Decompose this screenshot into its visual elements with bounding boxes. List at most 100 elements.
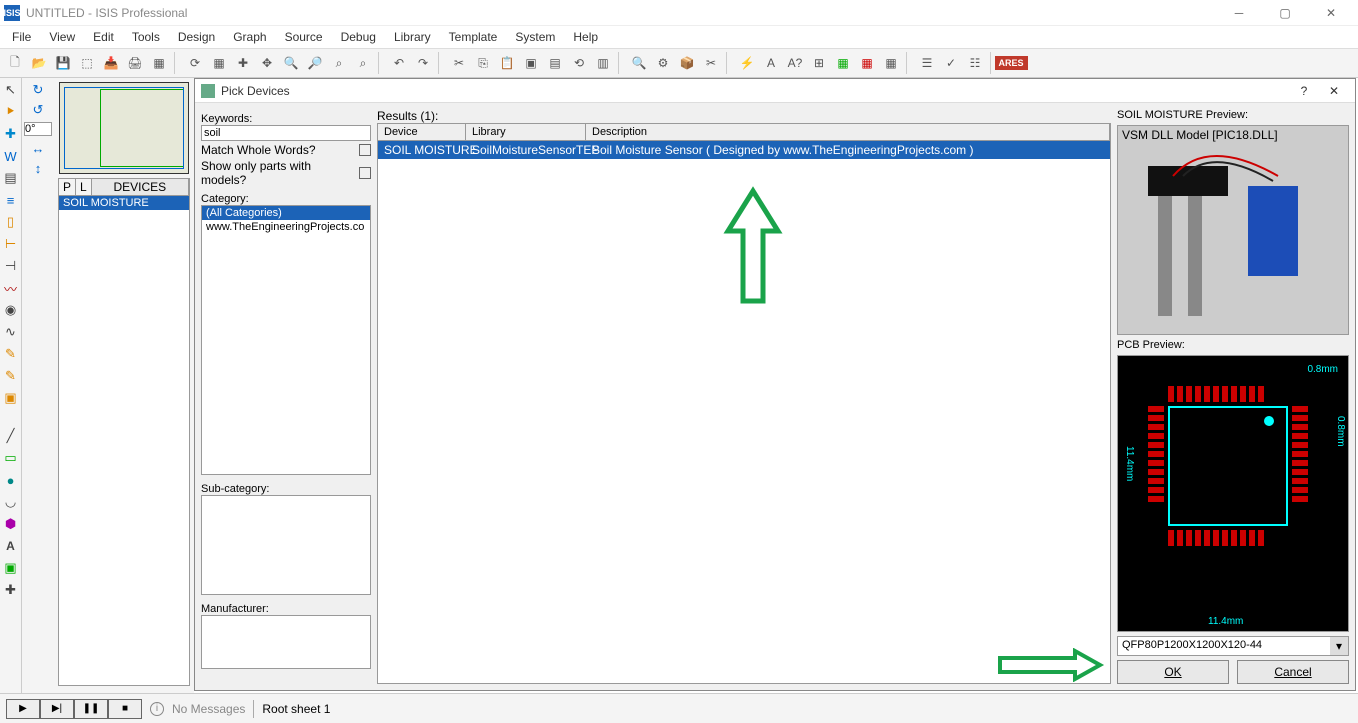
box-icon[interactable]: ▭ <box>3 450 19 466</box>
arc-icon[interactable]: ◡ <box>3 494 19 510</box>
device-list[interactable]: SOIL MOISTURE <box>58 196 190 686</box>
current-probe-icon[interactable]: ✎ <box>3 368 19 384</box>
import-icon[interactable]: 📥 <box>100 52 122 74</box>
menu-file[interactable]: File <box>4 28 39 46</box>
packaging-icon[interactable]: 📦 <box>676 52 698 74</box>
match-whole-checkbox[interactable] <box>359 144 371 156</box>
device-list-item[interactable]: SOIL MOISTURE <box>59 196 189 210</box>
col-description[interactable]: Description <box>586 124 1110 140</box>
category-item[interactable]: www.TheEngineeringProjects.co <box>202 220 370 234</box>
virtual-instrument-icon[interactable]: ▣ <box>3 390 19 406</box>
menu-edit[interactable]: Edit <box>85 28 122 46</box>
col-library[interactable]: Library <box>466 124 586 140</box>
selection-icon[interactable]: ↖ <box>3 82 19 98</box>
menu-system[interactable]: System <box>507 28 563 46</box>
chevron-down-icon[interactable]: ▾ <box>1330 637 1348 655</box>
models-only-checkbox[interactable] <box>359 167 371 179</box>
menu-library[interactable]: Library <box>386 28 439 46</box>
new-sheet-icon[interactable]: ▦ <box>832 52 854 74</box>
wire-label-tool-icon[interactable]: W <box>3 148 19 164</box>
block-delete-icon[interactable]: ▥ <box>592 52 614 74</box>
pan-icon[interactable]: ✥ <box>256 52 278 74</box>
info-icon[interactable]: i <box>150 702 164 716</box>
make-device-icon[interactable]: ⚙ <box>652 52 674 74</box>
remove-sheet-icon[interactable]: ▦ <box>856 52 878 74</box>
overview-canvas[interactable] <box>59 82 189 174</box>
menu-design[interactable]: Design <box>170 28 223 46</box>
marker-icon[interactable]: ✚ <box>3 582 19 598</box>
rotate-ccw-icon[interactable]: ↺ <box>30 102 46 118</box>
line-icon[interactable]: ╱ <box>3 428 19 444</box>
close-button[interactable]: ✕ <box>1308 0 1354 26</box>
circle-icon[interactable]: ● <box>3 472 19 488</box>
col-p[interactable]: P <box>59 179 76 195</box>
block-copy-icon[interactable]: ▣ <box>520 52 542 74</box>
col-device[interactable]: Device <box>378 124 466 140</box>
category-item-selected[interactable]: (All Categories) <box>202 206 370 220</box>
rotation-input[interactable] <box>24 122 52 136</box>
ok-button[interactable]: OK <box>1117 660 1229 684</box>
category-list[interactable]: (All Categories) www.TheEngineeringProje… <box>201 205 371 475</box>
grid-icon[interactable]: ▦ <box>208 52 230 74</box>
keywords-input[interactable] <box>201 125 371 141</box>
minimize-button[interactable]: ─ <box>1216 0 1262 26</box>
path-icon[interactable]: ⬢ <box>3 516 19 532</box>
netlist-icon[interactable]: ☷ <box>964 52 986 74</box>
menu-tools[interactable]: Tools <box>124 28 168 46</box>
rotate-cw-icon[interactable]: ↻ <box>30 82 46 98</box>
refresh-icon[interactable]: ⟳ <box>184 52 206 74</box>
play-button[interactable]: ▶ <box>6 699 40 719</box>
menu-view[interactable]: View <box>41 28 83 46</box>
save-region-icon[interactable]: ⬚ <box>76 52 98 74</box>
results-body[interactable]: SOIL MOISTURE SoilMoistureSensorTEP Soil… <box>377 141 1111 684</box>
ares-button[interactable]: ARES <box>1000 52 1022 74</box>
zoom-sheet-icon[interactable]: ▦ <box>880 52 902 74</box>
copy-icon[interactable]: ⎘ <box>472 52 494 74</box>
pause-button[interactable]: ❚❚ <box>74 699 108 719</box>
open-icon[interactable]: 📂 <box>28 52 50 74</box>
cut-icon[interactable]: ✂ <box>448 52 470 74</box>
flip-h-icon[interactable]: ↔ <box>30 140 46 156</box>
block-rotate-icon[interactable]: ⟲ <box>568 52 590 74</box>
zoom-all-icon[interactable]: ⌕ <box>328 52 350 74</box>
menu-graph[interactable]: Graph <box>225 28 274 46</box>
voltage-probe-icon[interactable]: ✎ <box>3 346 19 362</box>
subcircuit-icon[interactable]: ▯ <box>3 214 19 230</box>
text-script-tool-icon[interactable]: ▤ <box>3 170 19 186</box>
stop-button[interactable]: ■ <box>108 699 142 719</box>
undo-icon[interactable]: ↶ <box>388 52 410 74</box>
junction-icon[interactable]: ✚ <box>3 126 19 142</box>
tape-recorder-icon[interactable]: ◉ <box>3 302 19 318</box>
menu-template[interactable]: Template <box>441 28 506 46</box>
property-tool-icon[interactable]: ⊞ <box>808 52 830 74</box>
new-icon[interactable]: 🗋 <box>4 52 26 74</box>
step-button[interactable]: ▶| <box>40 699 74 719</box>
generator-icon[interactable]: ∿ <box>3 324 19 340</box>
erc-icon[interactable]: ✓ <box>940 52 962 74</box>
result-row[interactable]: SOIL MOISTURE SoilMoistureSensorTEP Soil… <box>378 141 1110 159</box>
dialog-close-button[interactable]: ✕ <box>1319 84 1349 98</box>
text-icon[interactable]: A <box>3 538 19 554</box>
menu-source[interactable]: Source <box>277 28 331 46</box>
symbol-icon[interactable]: ▣ <box>3 560 19 576</box>
cancel-button[interactable]: Cancel <box>1237 660 1349 684</box>
zoom-in-icon[interactable]: 🔍 <box>280 52 302 74</box>
manufacturer-list[interactable] <box>201 615 371 669</box>
mark-output-icon[interactable]: ▦ <box>148 52 170 74</box>
terminal-icon[interactable]: ⊢ <box>3 236 19 252</box>
print-icon[interactable]: 🖨 <box>124 52 146 74</box>
maximize-button[interactable]: ▢ <box>1262 0 1308 26</box>
menu-debug[interactable]: Debug <box>333 28 384 46</box>
component-icon[interactable]: ⯈ <box>3 104 19 120</box>
origin-icon[interactable]: ✚ <box>232 52 254 74</box>
package-combo[interactable]: QFP80P1200X1200X120-44 ▾ <box>1117 636 1349 656</box>
pick-parts-icon[interactable]: 🔍 <box>628 52 650 74</box>
paste-icon[interactable]: 📋 <box>496 52 518 74</box>
graph-icon[interactable]: 〰 <box>3 280 19 296</box>
bus-icon[interactable]: ≡ <box>3 192 19 208</box>
wire-label-icon[interactable]: ⚡ <box>736 52 758 74</box>
col-devices[interactable]: DEVICES <box>92 179 189 195</box>
device-pin-icon[interactable]: ⊣ <box>3 258 19 274</box>
menu-help[interactable]: Help <box>565 28 606 46</box>
search-tag-icon[interactable]: A? <box>784 52 806 74</box>
